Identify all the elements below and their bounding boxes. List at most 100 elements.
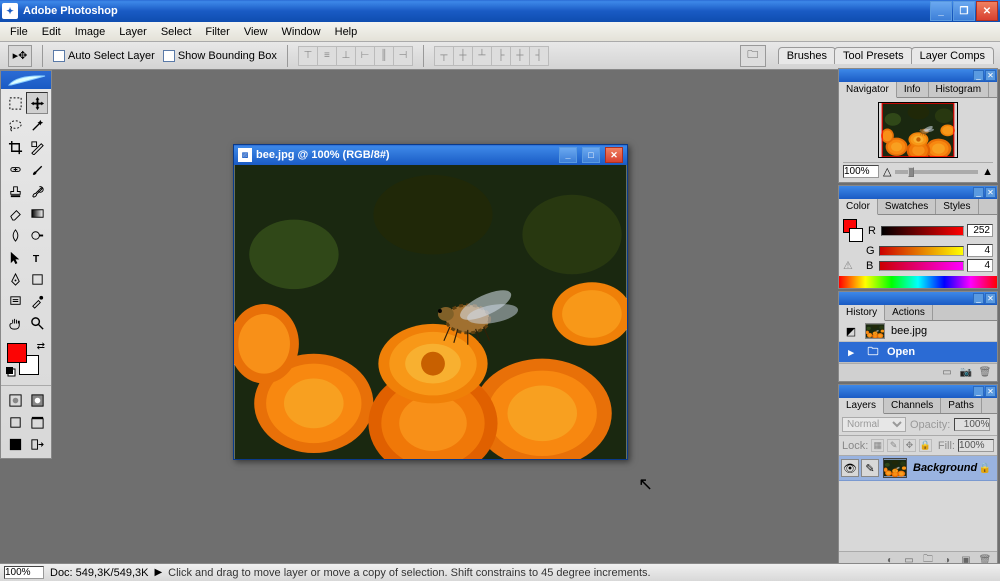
history-snapshot[interactable]: ◩ bee.jpg	[839, 321, 997, 342]
menu-layer[interactable]: Layer	[112, 24, 154, 40]
current-tool-icon[interactable]: ▸✥	[8, 45, 32, 67]
tab-color[interactable]: Color	[839, 199, 878, 215]
minimize-button[interactable]: _	[930, 1, 952, 21]
close-button[interactable]: ✕	[976, 1, 998, 21]
doc-close-button[interactable]: ✕	[605, 147, 623, 163]
align-right-icon[interactable]: ⊣	[393, 46, 413, 66]
panel-minimize-icon[interactable]: _	[973, 293, 984, 304]
zoom-in-icon[interactable]: ▲	[982, 166, 993, 178]
hand-tool[interactable]	[4, 312, 26, 334]
align-left-icon[interactable]: ⊢	[355, 46, 375, 66]
eyedropper-tool[interactable]	[26, 290, 48, 312]
menu-view[interactable]: View	[237, 24, 275, 40]
menu-edit[interactable]: Edit	[35, 24, 68, 40]
tab-styles[interactable]: Styles	[936, 199, 978, 214]
tab-histogram[interactable]: Histogram	[929, 82, 990, 97]
panel-close-icon[interactable]: ✕	[985, 187, 996, 198]
document-titlebar[interactable]: ▨ bee.jpg @ 100% (RGB/8#) _ □ ✕	[234, 145, 627, 165]
history-brush-source-icon[interactable]: ◩	[843, 323, 859, 339]
tab-history[interactable]: History	[839, 305, 885, 321]
b-slider[interactable]	[879, 261, 964, 271]
lock-image-icon[interactable]: ✎	[887, 439, 900, 452]
lasso-tool[interactable]	[4, 114, 26, 136]
toolbox-header[interactable]	[1, 71, 51, 89]
color-swatches[interactable]	[843, 219, 863, 242]
tab-actions[interactable]: Actions	[885, 305, 933, 320]
layer-name[interactable]: Background	[913, 462, 979, 474]
status-zoom-input[interactable]	[4, 566, 44, 579]
palette-well-icon[interactable]: 🗀	[740, 45, 766, 67]
panel-close-icon[interactable]: ✕	[985, 293, 996, 304]
gamut-warning-icon[interactable]: ⚠	[843, 259, 863, 272]
crop-tool[interactable]	[4, 136, 26, 158]
distribute-bottom-icon[interactable]: ┴	[472, 46, 492, 66]
g-input[interactable]	[967, 244, 993, 257]
maximize-button[interactable]: ❐	[953, 1, 975, 21]
screen-mode-standard-icon[interactable]	[4, 411, 26, 433]
shape-tool[interactable]	[26, 268, 48, 290]
menu-help[interactable]: Help	[328, 24, 365, 40]
blur-tool[interactable]	[4, 224, 26, 246]
history-brush-tool[interactable]	[26, 180, 48, 202]
new-doc-from-state-icon[interactable]: ▭	[939, 366, 955, 380]
default-colors-icon[interactable]	[5, 366, 17, 381]
visibility-eye-icon[interactable]: 👁	[841, 459, 859, 477]
align-top-icon[interactable]: ⊤	[298, 46, 318, 66]
navigator-thumbnail[interactable]	[878, 102, 958, 158]
type-tool[interactable]: T	[26, 246, 48, 268]
panel-minimize-icon[interactable]: _	[973, 187, 984, 198]
tab-layers[interactable]: Layers	[839, 398, 884, 414]
align-hcenter-icon[interactable]: ║	[374, 46, 394, 66]
docked-layer-comps[interactable]: Layer Comps	[911, 47, 994, 64]
fill-input[interactable]	[958, 439, 994, 452]
tab-channels[interactable]: Channels	[884, 398, 941, 413]
stamp-tool[interactable]	[4, 180, 26, 202]
swap-colors-icon[interactable]: ⇄	[37, 341, 45, 352]
menu-file[interactable]: File	[3, 24, 35, 40]
new-snapshot-icon[interactable]: 📷	[958, 366, 974, 380]
navigator-zoom-slider[interactable]	[895, 170, 978, 174]
dodge-tool[interactable]	[26, 224, 48, 246]
r-input[interactable]	[967, 224, 993, 237]
layer-background[interactable]: 👁 ✎ Background 🔒	[839, 456, 997, 481]
marquee-tool[interactable]	[4, 92, 26, 114]
opacity-input[interactable]	[954, 418, 990, 431]
tab-navigator[interactable]: Navigator	[839, 82, 897, 98]
docked-brushes[interactable]: Brushes	[778, 47, 836, 64]
bounding-box-checkbox[interactable]: Show Bounding Box	[163, 50, 277, 62]
quick-mask-icon[interactable]	[4, 389, 26, 411]
panel-minimize-icon[interactable]: _	[973, 386, 984, 397]
menu-image[interactable]: Image	[68, 24, 113, 40]
layer-thumbnail[interactable]	[883, 458, 907, 478]
distribute-top-icon[interactable]: ┬	[434, 46, 454, 66]
menu-filter[interactable]: Filter	[198, 24, 236, 40]
lock-position-icon[interactable]: ✥	[903, 439, 916, 452]
trash-icon[interactable]: 🗑	[977, 366, 993, 380]
menu-window[interactable]: Window	[275, 24, 328, 40]
layer-link-icon[interactable]: ✎	[861, 459, 879, 477]
lock-transparent-icon[interactable]: ▦	[871, 439, 884, 452]
tab-swatches[interactable]: Swatches	[878, 199, 936, 214]
eraser-tool[interactable]	[4, 202, 26, 224]
screen-mode-full-icon[interactable]	[4, 433, 26, 455]
panel-close-icon[interactable]: ✕	[985, 70, 996, 81]
edit-mask-icon[interactable]	[26, 389, 48, 411]
document-canvas[interactable]	[234, 165, 627, 459]
menu-select[interactable]: Select	[154, 24, 199, 40]
zoom-out-icon[interactable]: △	[883, 165, 891, 178]
doc-minimize-button[interactable]: _	[559, 147, 577, 163]
screen-mode-full-menubar-icon[interactable]	[26, 411, 48, 433]
status-menu-icon[interactable]: ▶	[154, 567, 162, 578]
pen-tool[interactable]	[4, 268, 26, 290]
b-input[interactable]	[967, 259, 993, 272]
history-step-open[interactable]: ▸ 🗀 Open	[839, 342, 997, 363]
foreground-color-swatch[interactable]	[7, 343, 27, 363]
color-picker[interactable]: ⇄	[5, 341, 47, 381]
healing-tool[interactable]	[4, 158, 26, 180]
gradient-tool[interactable]	[26, 202, 48, 224]
distribute-right-icon[interactable]: ┤	[529, 46, 549, 66]
distribute-hcenter-icon[interactable]: ┼	[510, 46, 530, 66]
jump-to-imageready-icon[interactable]	[26, 433, 48, 455]
align-vcenter-icon[interactable]: ≡	[317, 46, 337, 66]
status-doc-size[interactable]: Doc: 549,3K/549,3K	[50, 567, 148, 579]
